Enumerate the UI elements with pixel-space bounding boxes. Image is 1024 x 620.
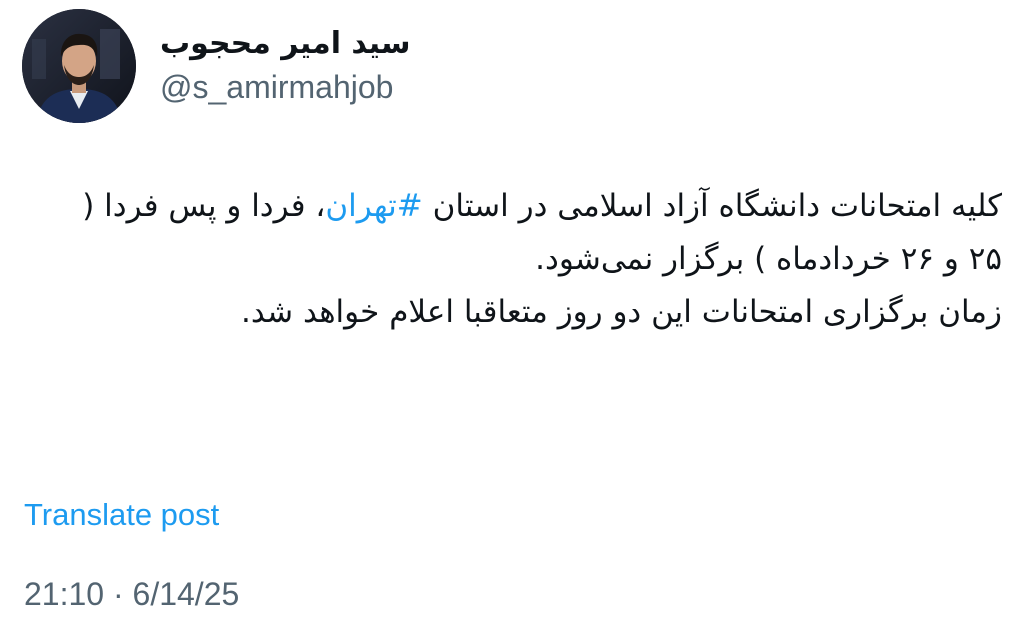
post-header: سید امیر محجوب @s_amirmahjob	[22, 6, 411, 126]
author-names: سید امیر محجوب @s_amirmahjob	[160, 24, 411, 108]
post-paragraph-2: زمان برگزاری امتحانات این دو روز متعاقبا…	[240, 294, 1002, 330]
post-text-part-1: کلیه امتحانات دانشگاه آزاد اسلامی در است…	[422, 188, 1002, 224]
post-timestamp[interactable]: 21:10 · 6/14/25	[24, 572, 239, 616]
post-text: کلیه امتحانات دانشگاه آزاد اسلامی در است…	[42, 180, 1002, 339]
author-handle[interactable]: @s_amirmahjob	[160, 66, 411, 108]
author-display-name[interactable]: سید امیر محجوب	[160, 24, 411, 64]
avatar[interactable]	[22, 9, 136, 123]
hashtag-link[interactable]: #تهران	[325, 188, 422, 224]
post-paragraph-1: کلیه امتحانات دانشگاه آزاد اسلامی در است…	[42, 180, 1002, 286]
person-avatar-icon	[22, 9, 136, 123]
translate-post-link[interactable]: Translate post	[24, 494, 219, 536]
